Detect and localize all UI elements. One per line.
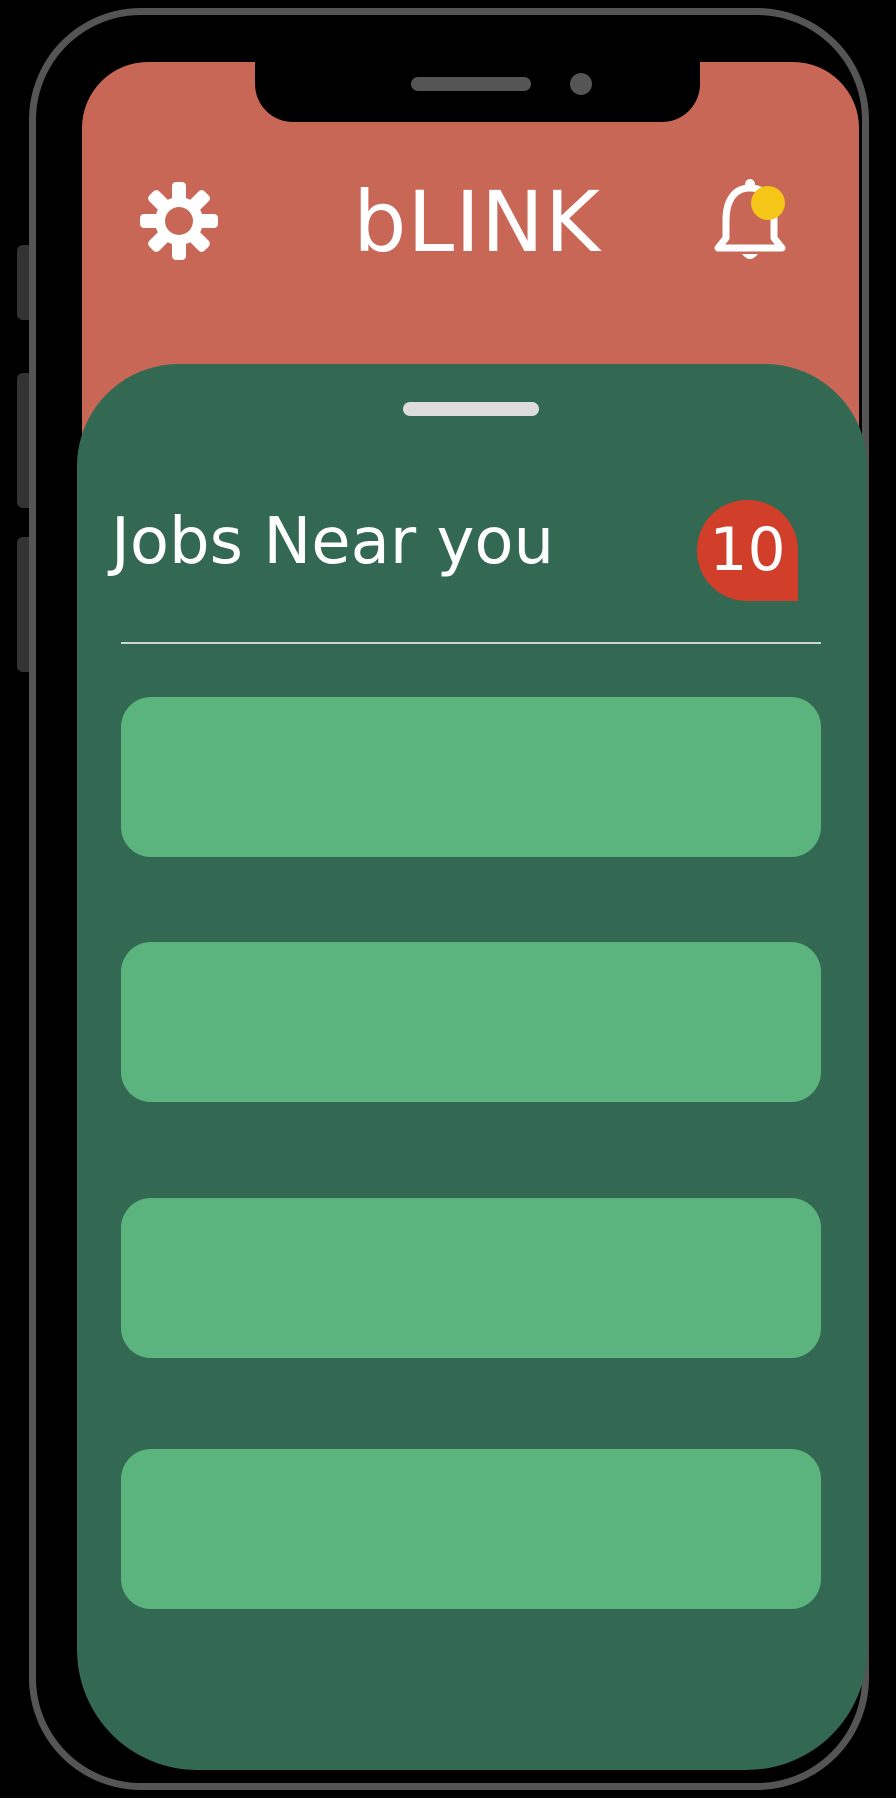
phone-side-button-bottom	[17, 537, 29, 672]
phone-side-button-middle	[17, 373, 29, 508]
job-card[interactable]	[121, 1198, 821, 1358]
jobs-count-badge: 10	[697, 500, 798, 601]
app-title: bLINK	[353, 173, 601, 271]
notch-camera	[570, 73, 592, 95]
job-card[interactable]	[121, 1449, 821, 1609]
jobs-sheet: Jobs Near you 10	[77, 364, 867, 1770]
job-card[interactable]	[121, 942, 821, 1102]
notification-indicator-dot	[751, 186, 785, 220]
phone-side-button-top	[17, 245, 29, 320]
settings-button[interactable]	[140, 182, 218, 260]
app-screen: bLINK Jobs Near you 10	[77, 62, 867, 1770]
phone-notch	[255, 62, 700, 122]
sheet-drag-handle[interactable]	[403, 402, 539, 416]
gear-icon	[140, 182, 218, 260]
section-divider	[121, 642, 821, 644]
jobs-section-title: Jobs Near you	[111, 505, 555, 579]
job-card[interactable]	[121, 697, 821, 857]
notch-speaker	[411, 77, 531, 91]
